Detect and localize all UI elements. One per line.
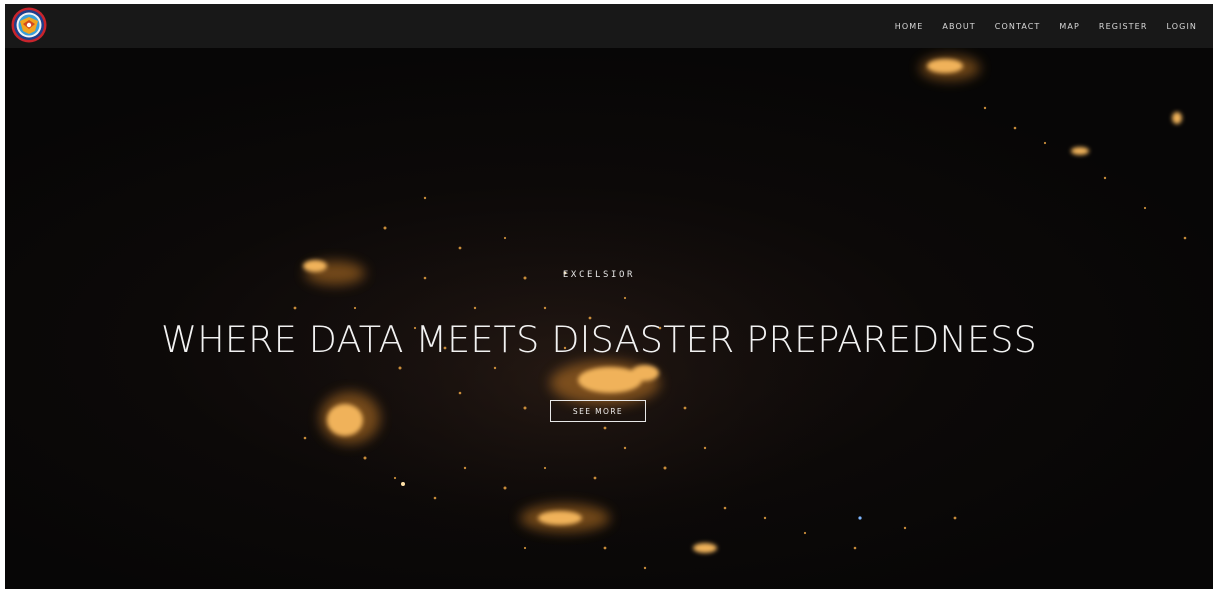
nav-link-map[interactable]: MAP: [1059, 22, 1080, 31]
hero-headline: WHERE DATA MEETS DISASTER PREPAREDNESS: [160, 318, 1038, 361]
nav-link-register[interactable]: REGISTER: [1099, 22, 1148, 31]
hero-content: EXCELSIOR WHERE DATA MEETS DISASTER PREP…: [5, 48, 1213, 589]
page: HOME ABOUT CONTACT MAP REGISTER LOGIN EX…: [5, 4, 1213, 589]
seal-logo-icon[interactable]: [11, 7, 47, 43]
nav-link-contact[interactable]: CONTACT: [995, 22, 1041, 31]
nav-links: HOME ABOUT CONTACT MAP REGISTER LOGIN: [876, 4, 1197, 48]
nav-link-login[interactable]: LOGIN: [1166, 22, 1197, 31]
nav-link-about[interactable]: ABOUT: [942, 22, 975, 31]
see-more-button[interactable]: SEE MORE: [550, 400, 646, 422]
hero-eyebrow: EXCELSIOR: [562, 270, 636, 280]
hero-section: EXCELSIOR WHERE DATA MEETS DISASTER PREP…: [5, 48, 1213, 589]
nav-link-home[interactable]: HOME: [895, 22, 924, 31]
navbar: HOME ABOUT CONTACT MAP REGISTER LOGIN: [5, 4, 1213, 48]
